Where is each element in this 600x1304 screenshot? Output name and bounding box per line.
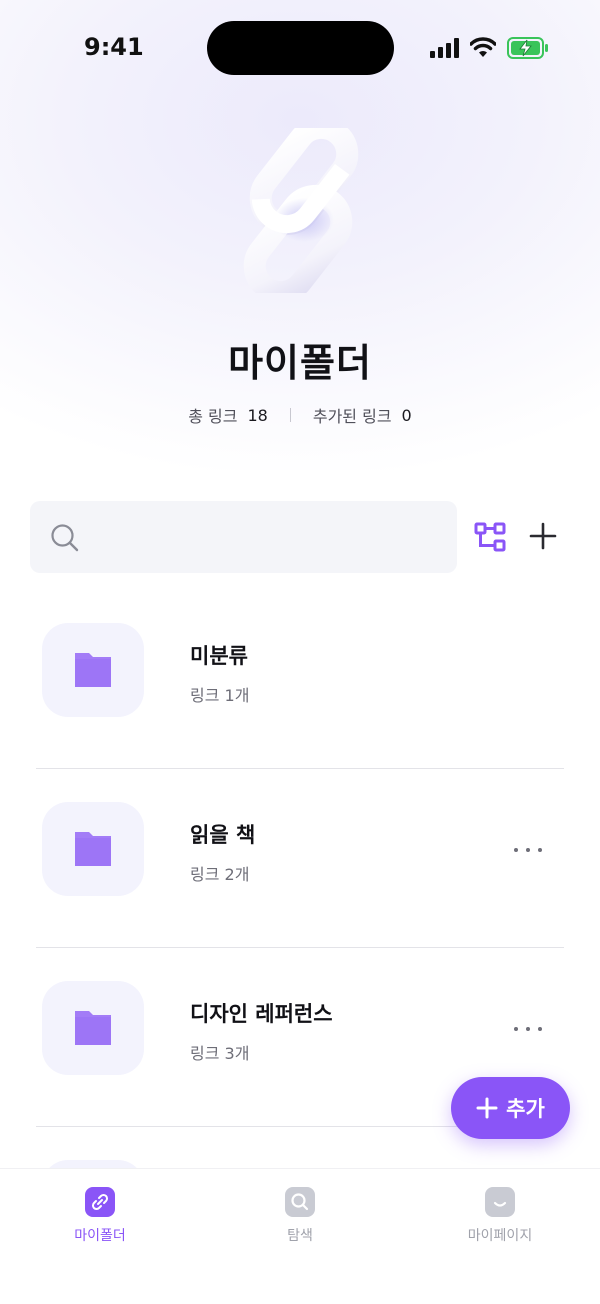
folder-tree-button[interactable]: [474, 521, 508, 553]
folder-icon: [75, 653, 111, 687]
tab-my-page[interactable]: 마이페이지: [440, 1187, 560, 1245]
total-links-value: 18: [247, 405, 268, 425]
total-links-label: 총 링크: [188, 407, 238, 426]
status-time: 9:41: [84, 33, 144, 61]
cellular-signal-icon: [430, 38, 459, 58]
page-title: 마이폴더: [228, 341, 372, 385]
added-links-value: 0: [401, 405, 412, 425]
battery-charging-icon: [507, 37, 548, 59]
dynamic-island: [207, 21, 394, 75]
folder-link-icon: [85, 1187, 115, 1217]
folder-item-unclassified[interactable]: 미분류 링크 1개: [0, 590, 600, 769]
folder-link-count: 링크 1개: [190, 686, 250, 705]
link-stats: 총 링크 18 추가된 링크 0: [0, 403, 600, 427]
wifi-icon: [470, 37, 496, 57]
plus-icon: [476, 1097, 498, 1119]
added-links-label: 추가된 링크: [312, 407, 392, 426]
folder-thumbnail: [42, 981, 144, 1075]
add-link-fab[interactable]: 추가: [451, 1077, 570, 1139]
stats-divider: [289, 408, 291, 422]
search-input[interactable]: [100, 517, 440, 557]
tab-label: 마이페이지: [467, 1228, 533, 1244]
folder-thumbnail: [42, 802, 144, 896]
tab-label: 마이폴더: [74, 1228, 126, 1244]
status-bar: 9:41: [0, 0, 600, 96]
folder-link-count: 링크 2개: [190, 865, 250, 884]
chain-link-logo-icon: [243, 128, 359, 293]
folder-icon: [75, 832, 111, 866]
tab-bar: 마이폴더 탐색 마이페이지: [0, 1168, 600, 1304]
more-options-icon[interactable]: [512, 840, 544, 860]
add-folder-button[interactable]: [528, 521, 558, 551]
folder-link-count: 링크 3개: [190, 1044, 250, 1063]
tab-explore[interactable]: 탐색: [240, 1187, 360, 1245]
folder-name: 디자인 레퍼런스: [190, 1002, 333, 1026]
search-icon: [285, 1187, 315, 1217]
folder-name: 읽을 책: [190, 823, 256, 847]
tab-label: 탐색: [287, 1228, 313, 1244]
search-icon: [51, 524, 79, 552]
folder-name: 미분류: [190, 644, 248, 668]
folder-item-books[interactable]: 읽을 책 링크 2개: [0, 769, 600, 948]
search-box[interactable]: [30, 501, 457, 573]
folder-icon: [75, 1011, 111, 1045]
folder-thumbnail: [42, 623, 144, 717]
fab-label: 추가: [506, 1097, 545, 1121]
tab-my-folder[interactable]: 마이폴더: [40, 1187, 160, 1245]
more-options-icon[interactable]: [512, 1019, 544, 1039]
smile-icon: [485, 1187, 515, 1217]
